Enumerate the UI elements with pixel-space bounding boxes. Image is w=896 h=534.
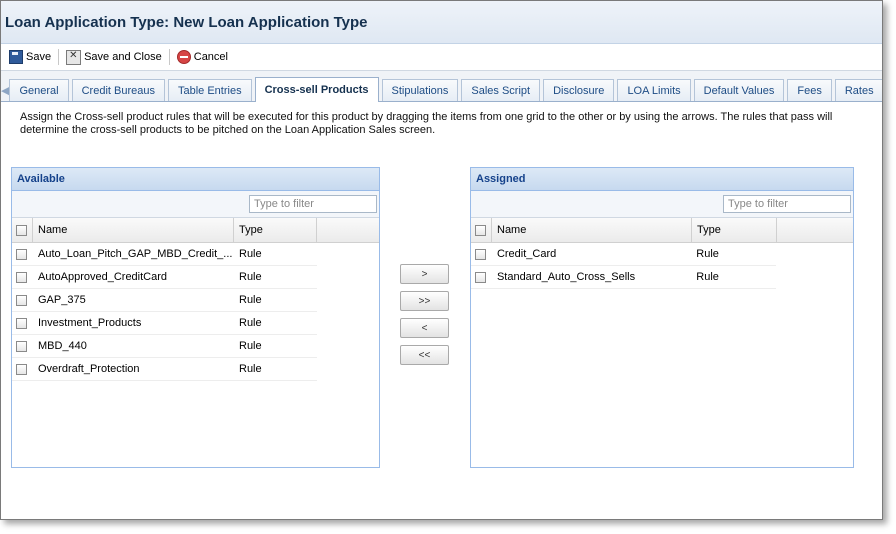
cancel-icon [176, 50, 191, 64]
row-type: Rule [239, 271, 262, 283]
toolbar: Save Save and Close Cancel [1, 44, 882, 71]
row-type: Rule [239, 363, 262, 375]
available-grid-body: Auto_Loan_Pitch_GAP_MBD_Credit_... Rule … [12, 243, 317, 381]
table-row[interactable]: GAP_375 Rule [12, 289, 317, 312]
tab-disclosure[interactable]: Disclosure [543, 79, 615, 101]
toolbar-separator [168, 49, 170, 65]
instructions-text: Assign the Cross-sell product rules that… [20, 111, 833, 136]
assigned-grid-header: Name Type [471, 218, 853, 243]
tab-stipulations[interactable]: Stipulations [381, 79, 459, 101]
add-all-button[interactable]: >> [400, 291, 449, 311]
table-row[interactable]: Credit_Card Rule [471, 243, 776, 266]
available-select-all [12, 218, 33, 242]
remove-selected-button[interactable]: < [400, 318, 449, 338]
row-name: Standard_Auto_Cross_Sells [496, 271, 636, 283]
row-checkbox[interactable] [16, 248, 27, 260]
loan-application-type-window: Loan Application Type: New Loan Applicat… [0, 0, 883, 520]
tab-strip: ◀ General Credit Bureaus Table Entries C… [1, 71, 882, 102]
name-column-header[interactable]: Name [492, 218, 692, 242]
available-filter-bar [12, 191, 379, 218]
row-checkbox[interactable] [16, 271, 27, 283]
type-column-header[interactable]: Type [692, 218, 777, 242]
available-grid-header: Name Type [12, 218, 379, 243]
tab-cross-sell-products[interactable]: Cross-sell Products [254, 77, 379, 102]
title-bar: Loan Application Type: New Loan Applicat… [1, 1, 882, 44]
table-row[interactable]: AutoApproved_CreditCard Rule [12, 266, 317, 289]
row-type: Rule [239, 340, 262, 352]
tab-credit-bureaus[interactable]: Credit Bureaus [71, 79, 165, 101]
row-checkbox[interactable] [16, 363, 27, 375]
select-all-checkbox[interactable] [16, 224, 27, 236]
tab-general[interactable]: General [9, 79, 69, 101]
row-type: Rule [239, 248, 262, 260]
row-type: Rule [239, 317, 262, 329]
row-type: Rule [696, 248, 719, 260]
available-filter-input[interactable] [249, 195, 377, 213]
row-checkbox[interactable] [16, 340, 27, 352]
table-row[interactable]: MBD_440 Rule [12, 335, 317, 358]
toolbar-separator [58, 49, 60, 65]
tab-sales-script[interactable]: Sales Script [461, 79, 541, 101]
save-and-close-icon [66, 49, 82, 65]
row-name: Auto_Loan_Pitch_GAP_MBD_Credit_... [38, 248, 233, 260]
row-type: Rule [239, 294, 262, 306]
table-row[interactable]: Auto_Loan_Pitch_GAP_MBD_Credit_... Rule [12, 243, 317, 266]
row-checkbox[interactable] [475, 248, 486, 260]
tab-table-entries[interactable]: Table Entries [167, 79, 252, 101]
row-name: MBD_440 [38, 340, 87, 352]
tab-default-values[interactable]: Default Values [693, 79, 785, 101]
save-and-close-label: Save and Close [84, 51, 162, 63]
row-name: Credit_Card [496, 248, 557, 260]
assigned-filter-input[interactable] [723, 195, 851, 213]
row-name: Investment_Products [38, 317, 142, 329]
table-row[interactable]: Overdraft_Protection Rule [12, 358, 317, 381]
assigned-grid-body: Credit_Card Rule Standard_Auto_Cross_Sel… [471, 243, 776, 289]
table-row[interactable]: Investment_Products Rule [12, 312, 317, 335]
row-checkbox[interactable] [16, 294, 27, 306]
tab-loa-limits[interactable]: LOA Limits [617, 79, 691, 101]
assigned-panel-title: Assigned [471, 168, 853, 191]
row-checkbox[interactable] [475, 271, 486, 283]
tab-rates[interactable]: Rates [834, 79, 882, 101]
assigned-panel: Assigned Name Type Credit_Card Rule Stan… [470, 167, 854, 468]
save-label: Save [26, 51, 52, 63]
row-name: Overdraft_Protection [38, 363, 140, 375]
cancel-label: Cancel [193, 51, 228, 63]
tab-scroll-left-icon[interactable]: ◀ [1, 79, 9, 101]
assigned-select-all [471, 218, 492, 242]
add-selected-button[interactable]: > [400, 264, 449, 284]
type-column-header[interactable]: Type [234, 218, 317, 242]
row-name: GAP_375 [38, 294, 86, 306]
available-panel: Available Name Type Auto_Loan_Pitch_GAP_… [11, 167, 380, 468]
row-type: Rule [696, 271, 719, 283]
save-and-close-button[interactable]: Save and Close [62, 47, 166, 67]
name-column-header[interactable]: Name [33, 218, 234, 242]
cancel-button[interactable]: Cancel [173, 47, 232, 67]
available-panel-title: Available [12, 168, 379, 191]
row-checkbox[interactable] [16, 317, 27, 329]
save-button[interactable]: Save [5, 47, 55, 67]
save-icon [9, 50, 23, 64]
tab-fees[interactable]: Fees [787, 79, 832, 101]
row-name: AutoApproved_CreditCard [38, 271, 168, 283]
select-all-checkbox[interactable] [475, 224, 486, 236]
table-row[interactable]: Standard_Auto_Cross_Sells Rule [471, 266, 776, 289]
remove-all-button[interactable]: << [400, 345, 449, 365]
page-title: Loan Application Type: New Loan Applicat… [5, 13, 368, 31]
assigned-filter-bar [471, 191, 853, 218]
